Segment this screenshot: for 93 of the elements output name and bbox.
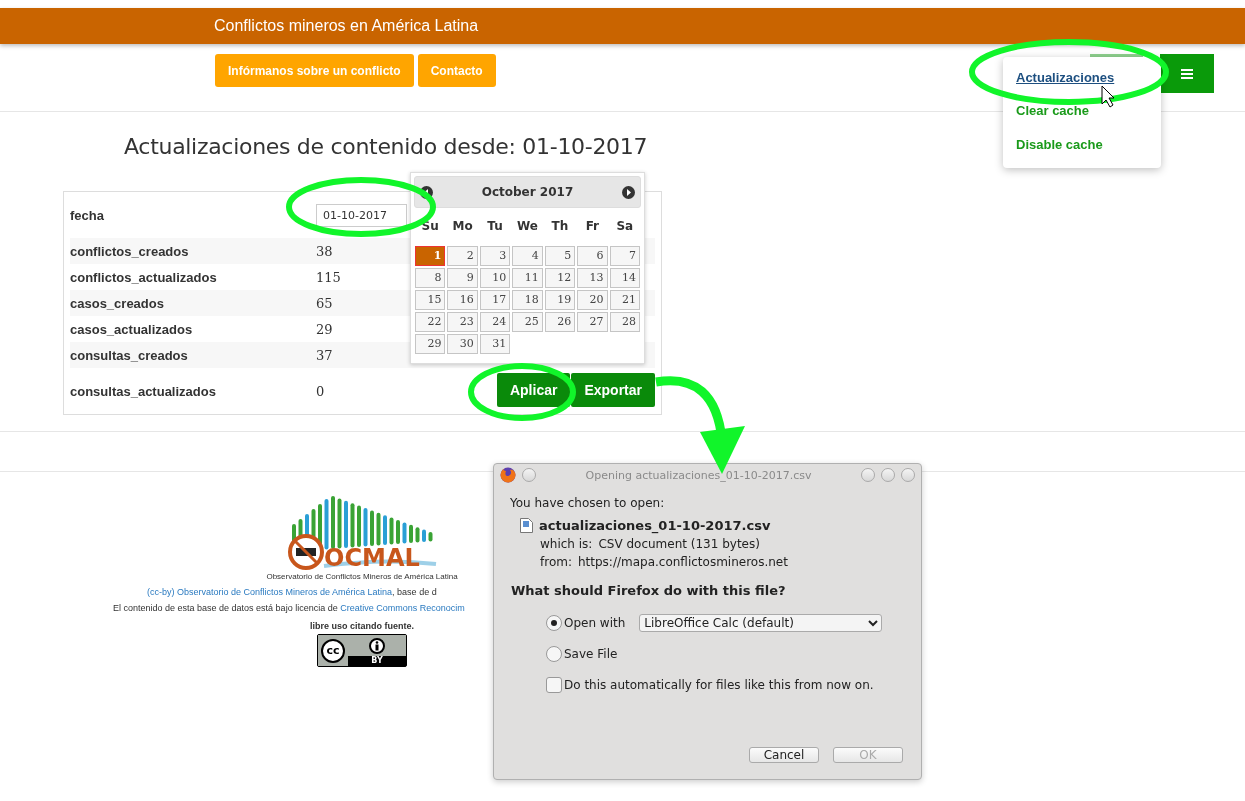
stat-name: casos_actualizados [70,321,194,337]
weekday-label: Tu [486,219,504,233]
weekday-label: Sa [615,219,635,233]
stat-name: conflictos_creados [70,243,190,259]
calendar-day[interactable]: 19 [544,290,576,310]
stat-value: 37 [316,347,333,363]
calendar-day[interactable]: 20 [577,290,608,310]
calendar-day[interactable]: 17 [479,290,511,310]
calendar-day[interactable]: 4 [512,246,543,266]
calendar-day[interactable]: 31 [479,334,511,354]
calendar-day[interactable]: 11 [512,268,543,288]
calendar-day[interactable]: 14 [609,268,640,288]
option-label: Save File [564,647,618,661]
calendar-day[interactable]: 16 [447,290,478,310]
site-title[interactable]: Conflictos mineros en América Latina [214,17,479,35]
calendar-day[interactable]: 10 [479,268,511,288]
cc-mark: cc [321,638,345,663]
field-label: fecha [70,207,105,223]
menu-item[interactable]: Clear cache [1003,101,1161,135]
minimize-button[interactable] [861,468,875,482]
export-button[interactable]: Exportar [571,373,655,407]
usage-note: libre uso citando fuente. [310,621,414,631]
calendar-day[interactable]: 24 [479,312,511,332]
menu-button[interactable] [1160,54,1214,93]
stat-name: casos_creados [70,295,165,311]
menu-item[interactable]: Disable cache [1003,134,1161,168]
checkbox[interactable] [546,677,562,693]
logo-drawing: OCMAL [284,494,440,572]
calendar-day[interactable]: 26 [544,312,576,332]
application-select[interactable]: LibreOffice Calc (default) [639,614,883,632]
window-menu-button[interactable] [522,468,536,482]
info-label: which is: [540,537,593,551]
calendar-day[interactable]: 18 [512,290,543,310]
option-label: Open with [564,616,626,630]
license-badge[interactable]: cc BY [317,634,407,667]
info-value: CSV document (131 bytes) [598,537,760,551]
weekday-label: Th [550,219,570,233]
stat-value: 38 [316,243,333,259]
checkbox-label: Do this automatically for files like this from now on. [564,678,874,692]
stat-value: 29 [316,321,333,337]
by-label: BY [370,656,384,666]
dialog-title: Opening actualizaciones_01-10-2017.csv [584,468,813,482]
weekday-label: Fr [584,219,601,233]
calendar-day[interactable]: 28 [609,312,640,332]
calendar-day[interactable]: 29 [415,334,446,354]
spreadsheet-file-icon [520,518,533,533]
calendar-day[interactable]: 25 [512,312,543,332]
dialog-question: What should Firefox do with this file? [511,583,787,598]
calendar-day[interactable]: 30 [447,334,478,354]
license-link[interactable]: Creative Commons Reconocim [340,603,465,613]
calendar-day[interactable]: 7 [609,246,640,266]
calendar-day[interactable]: 27 [577,312,608,332]
dialog-intro: You have chosen to open: [510,496,666,510]
cursor-icon [1101,85,1115,108]
maximize-button[interactable] [881,468,895,482]
calendar-day[interactable]: 2 [447,246,478,266]
calendar-day[interactable]: 21 [609,290,640,310]
calendar-day[interactable]: 9 [447,268,478,288]
cancel-button[interactable]: Cancel [749,747,819,763]
stat-name: conflictos_actualizados [70,269,218,285]
logo-caption: Observatorio de Conflictos Mineros de América Latina [266,572,458,581]
info-value: https://mapa.conflictosmineros.net [577,555,788,569]
radio-button[interactable] [546,615,562,631]
stat-name: consultas_creados [70,347,189,363]
radio-button[interactable] [546,646,562,662]
calendar-day[interactable]: 23 [447,312,478,332]
page-heading: Actualizaciones de contenido desde: 01-10-2017 [124,134,648,159]
close-button[interactable] [901,468,915,482]
calendar-day[interactable]: 8 [415,268,446,288]
calendar-day[interactable]: 6 [577,246,608,266]
calendar-day[interactable]: 1 [415,246,446,266]
stat-value: 115 [316,269,341,285]
stat-value: 0 [316,383,325,399]
calendar-day[interactable]: 3 [479,246,511,266]
info-label: from: [540,555,572,569]
weekday-label: We [516,219,539,233]
next-month-icon[interactable] [622,185,635,199]
calendar-day[interactable]: 5 [544,246,576,266]
date-field[interactable]: 01-10-2017 [316,203,407,227]
firefox-icon [500,467,516,483]
weekday-label: Mo [451,219,474,233]
apply-button[interactable]: Aplicar [496,373,571,407]
month-title: October 2017 [481,185,574,199]
stat-name: consultas_actualizados [70,383,217,399]
calendar-day[interactable]: 15 [415,290,446,310]
menu-icon [1181,67,1193,80]
calendar-day[interactable]: 22 [415,312,446,332]
menu-item[interactable]: Actualizaciones [1003,68,1161,102]
calendar-day[interactable]: 12 [544,268,576,288]
person-icon [369,637,385,654]
stat-value: 65 [316,295,333,311]
calendar-day[interactable]: 13 [577,268,608,288]
file-name: actualizaciones_01-10-2017.csv [539,518,771,533]
